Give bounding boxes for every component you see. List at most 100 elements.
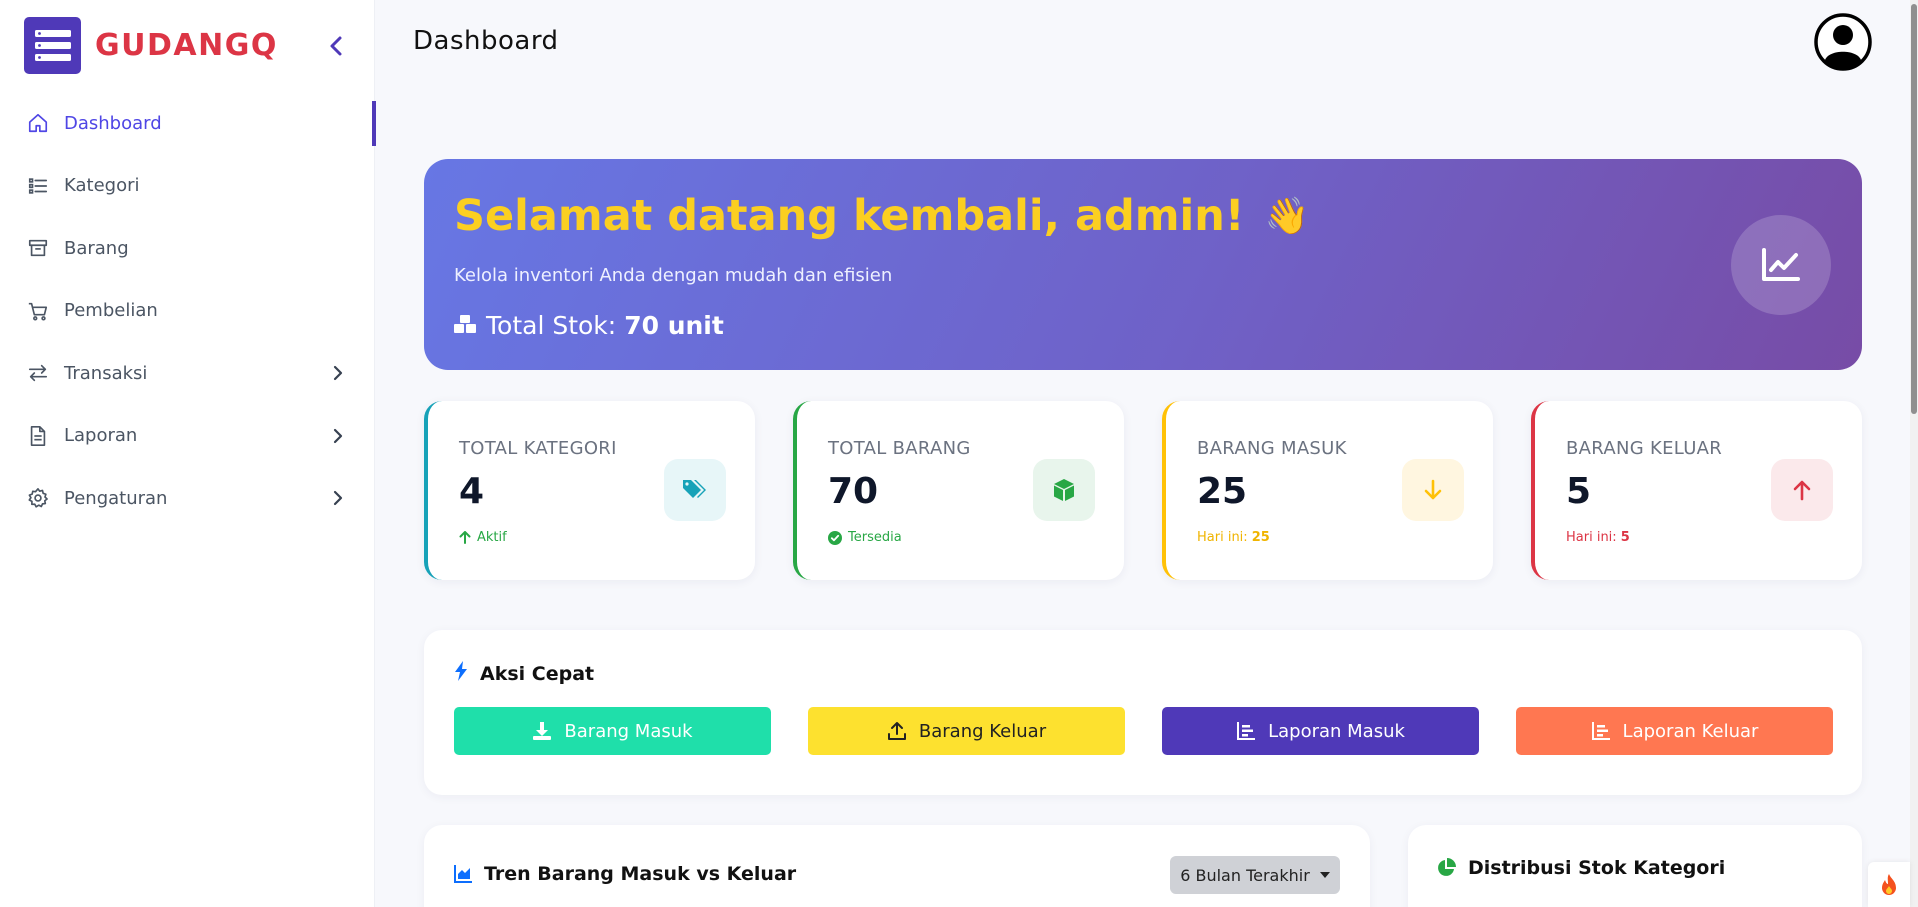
sidebar-item-label: Laporan bbox=[64, 425, 138, 447]
upload-icon bbox=[887, 721, 907, 741]
page-scrollbar[interactable] bbox=[1910, 0, 1918, 907]
chevron-right-icon bbox=[326, 486, 350, 510]
welcome-banner: Selamat datang kembali, admin! 👋 Kelola … bbox=[424, 159, 1862, 370]
pie-chart-icon bbox=[1436, 858, 1456, 878]
trend-heading: Tren Barang Masuk vs Keluar bbox=[484, 863, 797, 885]
total-stock: Total Stok: 70 unit bbox=[454, 311, 724, 340]
sidebar-nav: Dashboard Kategori Barang Pembelian Tran… bbox=[0, 92, 376, 530]
page-title: Dashboard bbox=[413, 26, 559, 56]
waving-hand-icon: 👋 bbox=[1264, 196, 1310, 237]
chevron-right-icon bbox=[326, 361, 350, 385]
trend-card: Tren Barang Masuk vs Keluar 6 Bulan Tera… bbox=[424, 825, 1370, 907]
sidebar-item-label: Dashboard bbox=[64, 112, 162, 134]
distribution-title: Distribusi Stok Kategori bbox=[1436, 857, 1725, 879]
server-icon bbox=[24, 17, 81, 74]
chart-area-icon bbox=[454, 865, 472, 883]
stat-label: BARANG KELUAR bbox=[1566, 438, 1723, 459]
tags-icon bbox=[664, 459, 726, 521]
download-icon bbox=[532, 721, 552, 741]
quick-actions-title: Aksi Cepat bbox=[454, 661, 594, 686]
stat-foot-value: 5 bbox=[1620, 530, 1630, 545]
arrow-down-icon bbox=[1402, 459, 1464, 521]
sidebar: GUDANGQ Dashboard Kategori Barang Pembel… bbox=[0, 0, 376, 907]
sidebar-item-kategori[interactable]: Kategori bbox=[0, 155, 375, 218]
sidebar-item-barang[interactable]: Barang bbox=[0, 217, 375, 280]
period-dropdown[interactable]: 6 Bulan Terakhir bbox=[1170, 856, 1340, 894]
arrow-up-icon bbox=[459, 531, 471, 544]
sidebar-item-laporan[interactable]: Laporan bbox=[0, 405, 375, 468]
stat-foot-text: Aktif bbox=[477, 530, 507, 545]
chart-bar-icon bbox=[1591, 721, 1611, 741]
barang-masuk-button[interactable]: Barang Masuk bbox=[454, 707, 771, 755]
list-icon bbox=[26, 174, 50, 198]
distribution-heading: Distribusi Stok Kategori bbox=[1468, 857, 1726, 879]
brand[interactable]: GUDANGQ bbox=[24, 17, 278, 74]
stat-foot-text: Tersedia bbox=[848, 530, 902, 545]
welcome-subtitle: Kelola inventori Anda dengan mudah dan e… bbox=[454, 265, 893, 286]
sidebar-item-pembelian[interactable]: Pembelian bbox=[0, 280, 375, 343]
user-avatar-button[interactable] bbox=[1813, 12, 1873, 72]
stat-foot: Tersedia bbox=[828, 530, 902, 545]
welcome-title: Selamat datang kembali, admin! 👋 bbox=[454, 191, 1309, 241]
stat-foot-text: Hari ini: bbox=[1197, 530, 1248, 545]
scrollbar-thumb[interactable] bbox=[1911, 4, 1917, 414]
welcome-heading: Selamat datang kembali, admin! bbox=[454, 191, 1245, 241]
bolt-icon bbox=[454, 661, 468, 686]
sidebar-item-label: Barang bbox=[64, 237, 129, 259]
chevron-right-icon bbox=[326, 424, 350, 448]
stat-value: 5 bbox=[1566, 471, 1592, 512]
sidebar-item-label: Pembelian bbox=[64, 300, 158, 322]
sidebar-item-label: Transaksi bbox=[64, 362, 148, 384]
button-label: Laporan Keluar bbox=[1622, 720, 1759, 742]
topbar: Dashboard bbox=[376, 0, 1918, 86]
stat-label: TOTAL BARANG bbox=[828, 438, 971, 459]
fire-icon bbox=[1882, 873, 1896, 895]
document-icon bbox=[26, 424, 50, 448]
sidebar-item-dashboard[interactable]: Dashboard bbox=[0, 92, 376, 155]
sidebar-item-transaksi[interactable]: Transaksi bbox=[0, 342, 375, 405]
swap-icon bbox=[26, 361, 50, 385]
home-icon bbox=[26, 111, 50, 135]
stat-card-total-barang: TOTAL BARANG 70 Tersedia bbox=[793, 401, 1124, 580]
check-circle-icon bbox=[828, 530, 842, 545]
brand-name: GUDANGQ bbox=[95, 28, 278, 63]
boxes-icon bbox=[454, 311, 476, 340]
barang-keluar-button[interactable]: Barang Keluar bbox=[808, 707, 1125, 755]
arrow-up-icon bbox=[1771, 459, 1833, 521]
stat-foot: Hari ini: 25 bbox=[1197, 530, 1270, 545]
stat-value: 25 bbox=[1197, 471, 1248, 512]
caret-down-icon bbox=[1319, 872, 1330, 878]
stat-foot-text: Hari ini: bbox=[1566, 530, 1617, 545]
total-stock-label: Total Stok: bbox=[486, 311, 617, 340]
laporan-keluar-button[interactable]: Laporan Keluar bbox=[1516, 707, 1833, 755]
sidebar-item-label: Kategori bbox=[64, 175, 140, 197]
stat-card-total-kategori: TOTAL KATEGORI 4 Aktif bbox=[424, 401, 755, 580]
stat-card-barang-masuk: BARANG MASUK 25 Hari ini: 25 bbox=[1162, 401, 1493, 580]
button-label: Barang Keluar bbox=[918, 720, 1047, 742]
floating-badge[interactable] bbox=[1868, 862, 1910, 907]
sidebar-item-pengaturan[interactable]: Pengaturan bbox=[0, 467, 375, 530]
button-label: Barang Masuk bbox=[564, 720, 693, 742]
distribution-card: Distribusi Stok Kategori bbox=[1408, 825, 1862, 907]
user-circle-icon bbox=[1814, 13, 1872, 71]
sidebar-item-label: Pengaturan bbox=[64, 487, 168, 509]
chart-line-icon bbox=[1731, 215, 1831, 315]
cart-icon bbox=[26, 299, 50, 323]
archive-icon bbox=[26, 236, 50, 260]
chevron-left-icon bbox=[330, 36, 342, 56]
quick-actions-heading: Aksi Cepat bbox=[480, 662, 595, 685]
stat-value: 4 bbox=[459, 471, 485, 512]
button-label: Laporan Masuk bbox=[1268, 720, 1405, 742]
gear-icon bbox=[26, 486, 50, 510]
cube-icon bbox=[1033, 459, 1095, 521]
sidebar-collapse-button[interactable] bbox=[322, 30, 350, 62]
trend-title: Tren Barang Masuk vs Keluar bbox=[454, 863, 796, 885]
total-stock-value: 70 unit bbox=[624, 311, 724, 340]
laporan-masuk-button[interactable]: Laporan Masuk bbox=[1162, 707, 1479, 755]
quick-actions-card: Aksi Cepat Barang Masuk Barang Keluar La… bbox=[424, 630, 1862, 795]
stat-label: BARANG MASUK bbox=[1197, 438, 1347, 459]
stat-card-barang-keluar: BARANG KELUAR 5 Hari ini: 5 bbox=[1531, 401, 1862, 580]
stat-label: TOTAL KATEGORI bbox=[459, 438, 617, 459]
stat-value: 70 bbox=[828, 471, 879, 512]
stat-foot: Hari ini: 5 bbox=[1566, 530, 1630, 545]
